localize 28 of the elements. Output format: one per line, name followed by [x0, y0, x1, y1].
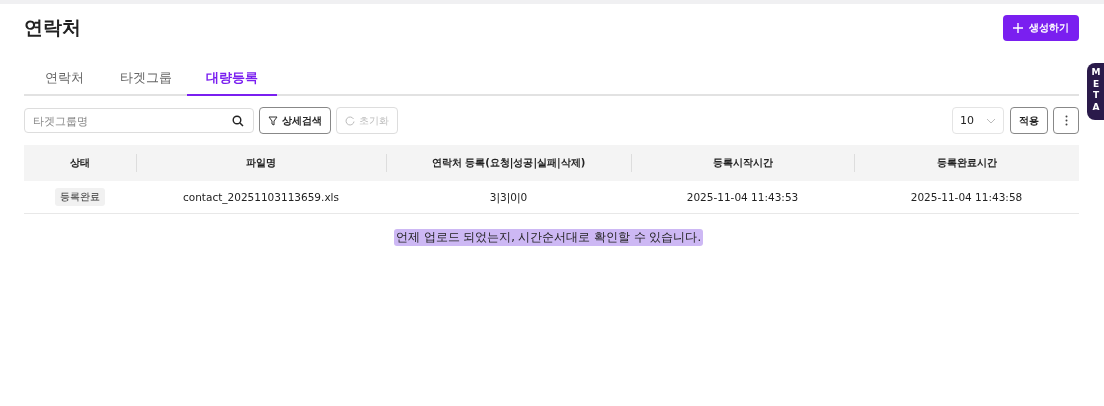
refresh-icon [345, 115, 355, 126]
status-tag: 등록완료 [55, 188, 105, 206]
page-title: 연락처 [24, 15, 81, 40]
page-size-select[interactable]: 10 [952, 107, 1004, 134]
column-header: 상태 [69, 156, 91, 170]
detail-search-button[interactable]: 상세검색 [259, 107, 331, 134]
apply-button[interactable]: 적용 [1010, 107, 1048, 134]
column-header: 연락처 등록(요청|성공|실패|삭제) [386, 145, 631, 181]
column-header: 등록완료시간 [854, 145, 1079, 181]
tab[interactable]: 대량등록 [187, 62, 277, 96]
table-cell-text: 2025-11-04 11:43:53 [685, 190, 800, 205]
table-cell-text: contact_20251103113659.xls [182, 190, 340, 206]
more-button[interactable] [1053, 107, 1079, 134]
tab[interactable]: 연락처 [24, 62, 104, 96]
search-field[interactable]: 타겟그룹명 [24, 108, 254, 133]
plus-icon [1013, 23, 1023, 33]
filter-icon [268, 115, 278, 126]
search-icon [232, 115, 244, 127]
tab[interactable]: 타겟그룹 [104, 62, 187, 96]
column-header: 등록시작시간 [631, 145, 854, 181]
column-header: 파일명 [136, 145, 386, 181]
more-icon [1064, 115, 1068, 126]
annotation-text: 언제 업로드 되었는지, 시간순서대로 확인할 수 있습니다. [393, 229, 704, 246]
chevron-down-icon [986, 117, 996, 124]
table-cell-text: 2025-11-04 11:43:58 [909, 190, 1024, 205]
table-cell-text: 3|3|0|0 [488, 190, 529, 206]
side-tab[interactable]: META [1087, 63, 1104, 120]
create-button[interactable]: 생성하기 [1003, 15, 1079, 41]
